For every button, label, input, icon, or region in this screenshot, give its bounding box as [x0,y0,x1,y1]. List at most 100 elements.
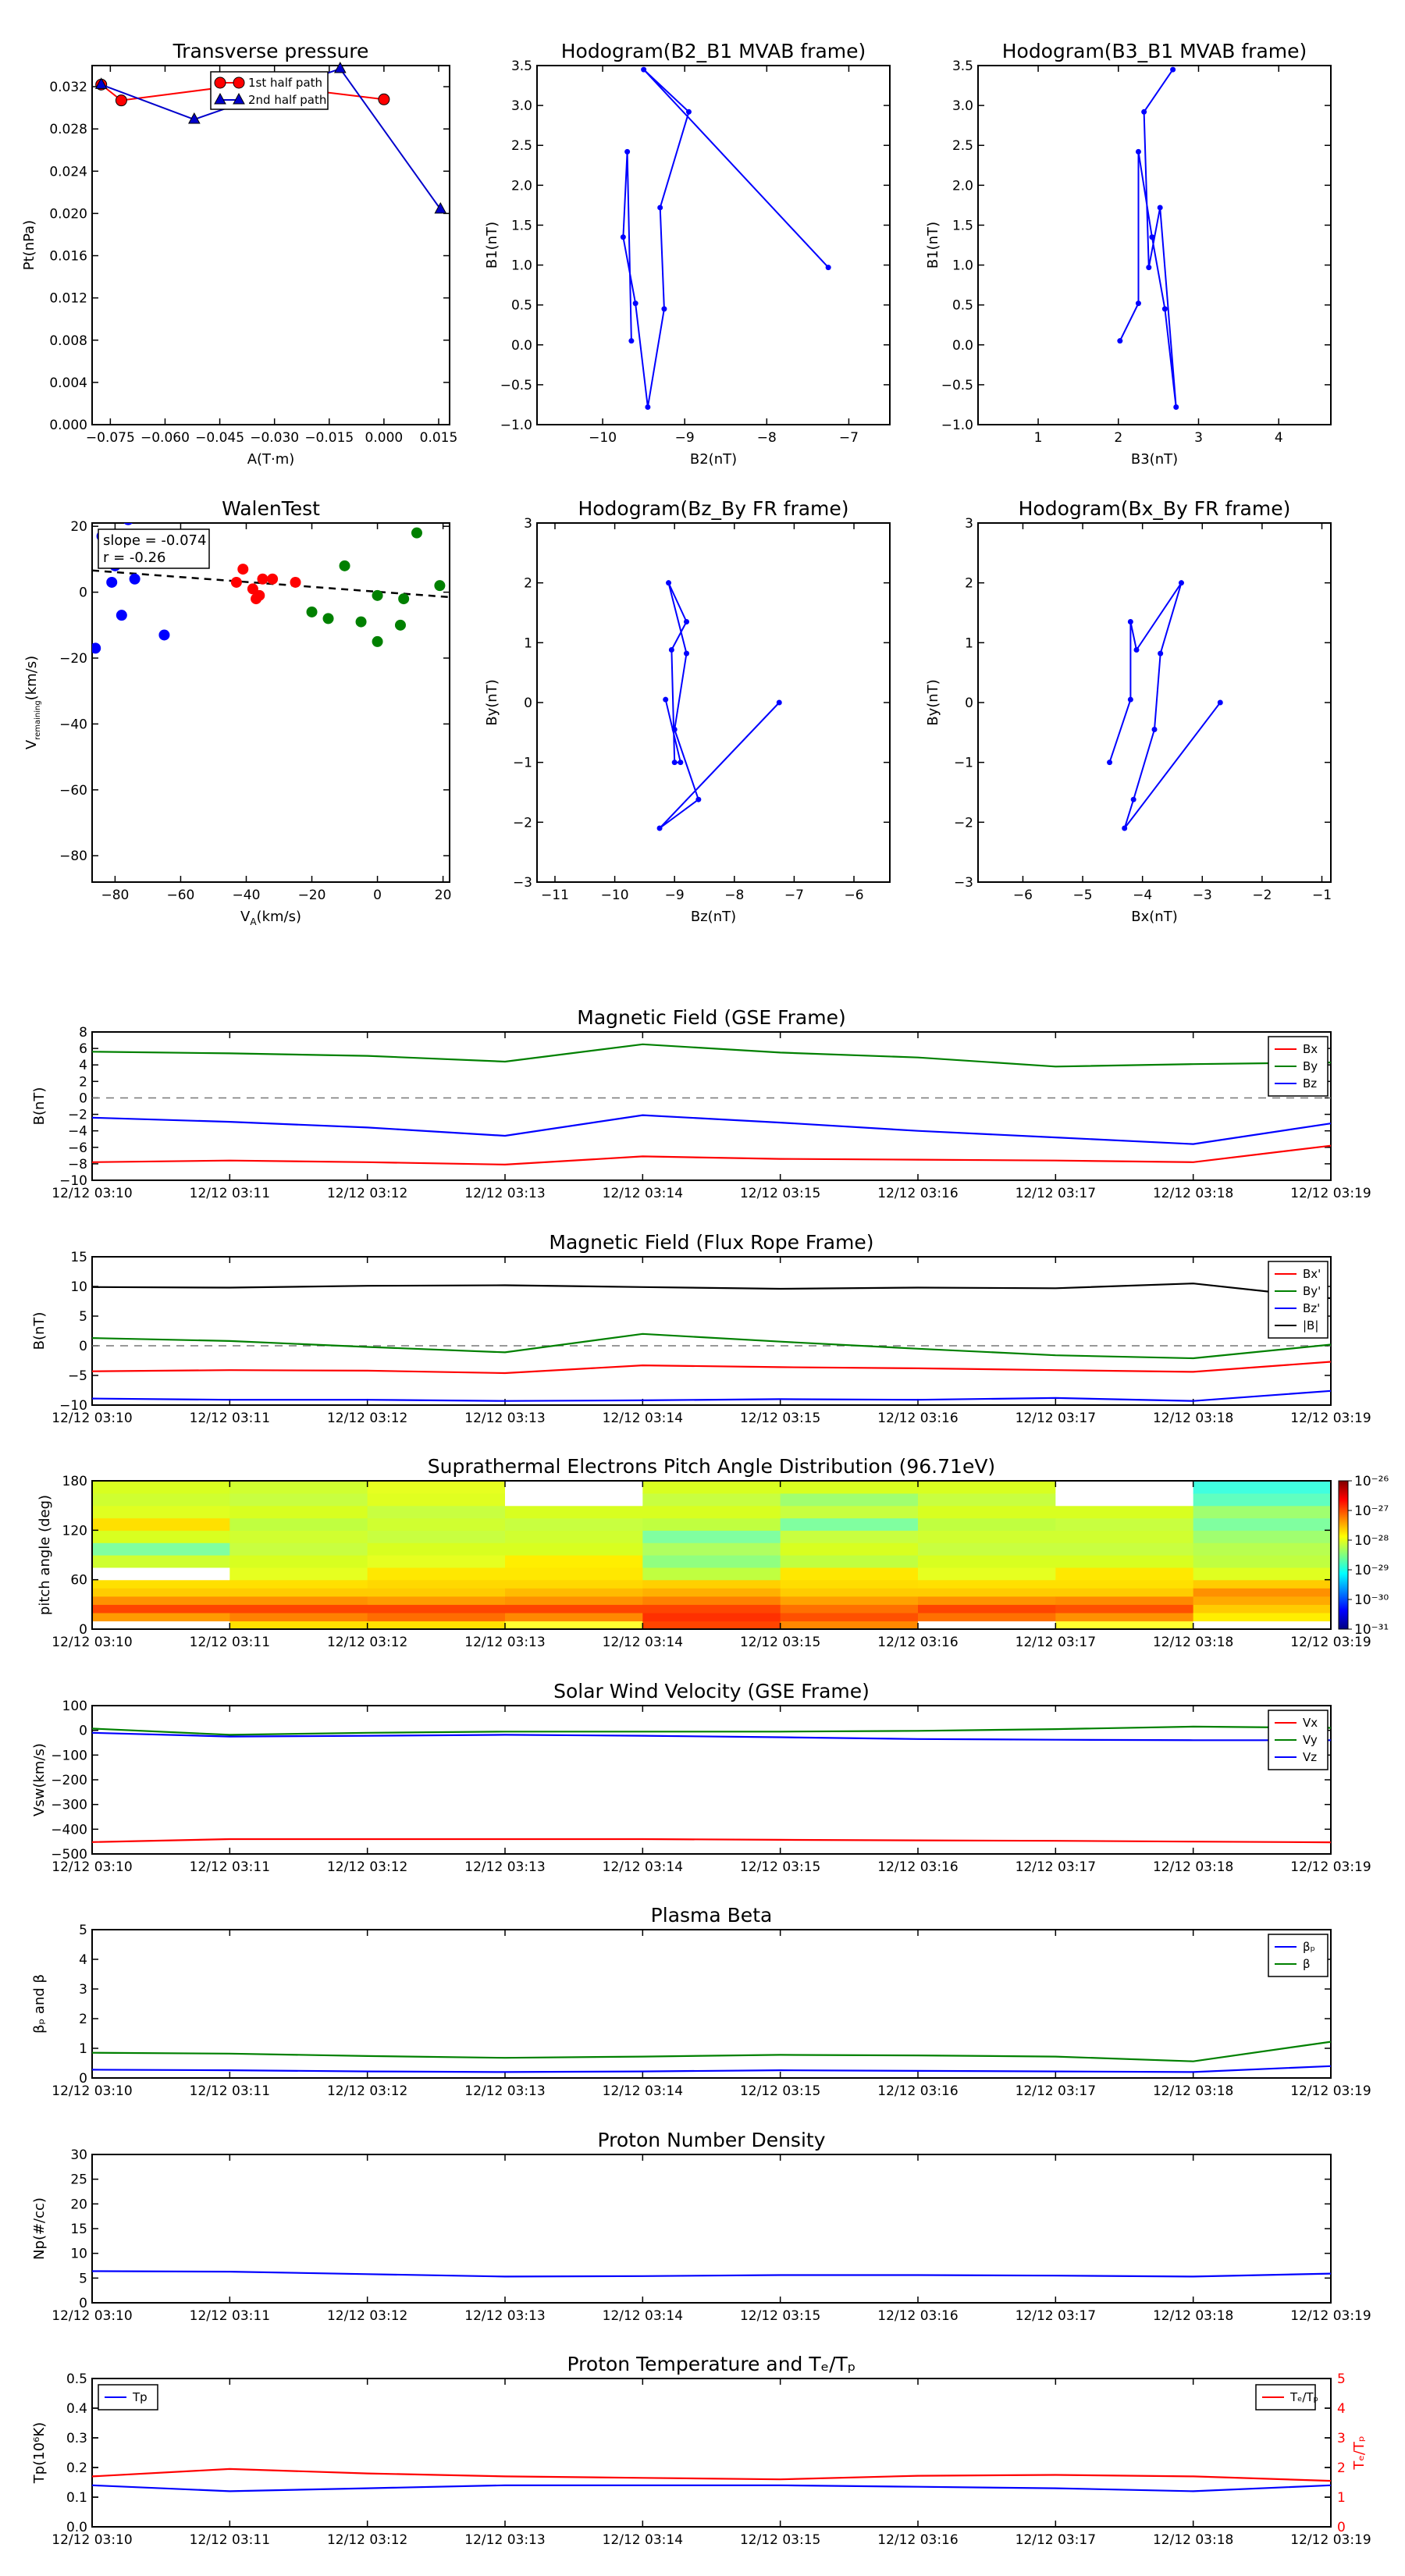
y-tick-label: 0.028 [49,122,87,137]
x-axis-label-unit: (km/s) [257,909,301,925]
y-tick-label: 15 [70,1250,87,1265]
y-tick-label: 0 [1337,2520,1346,2535]
time-tick-label: 12/12 03:14 [603,1411,683,1426]
heatmap-cell [92,1505,230,1519]
time-tick-label: 12/12 03:16 [877,2083,958,2099]
heatmap-cell [918,1481,1056,1494]
y-tick-label: 0 [79,1091,87,1106]
heatmap-cell [780,1596,919,1605]
heatmap-cell [367,1579,506,1589]
heatmap-cell [92,1542,230,1556]
time-tick-label: 12/12 03:16 [877,2308,958,2324]
y-axis-label: Tp(10⁶K) [31,2422,48,2484]
x-tick-label: −7 [784,888,804,903]
heatmap-cell [780,1567,919,1581]
time-tick-label: 12/12 03:10 [52,1635,132,1650]
heatmap-cell [1055,1493,1194,1507]
data-point [322,613,334,624]
data-point [684,650,690,656]
heatmap-cell [1193,1567,1332,1581]
y-tick-label: 1.0 [511,258,532,274]
y-tick-label: 2 [79,1074,87,1090]
heatmap-cell [642,1517,781,1531]
data-point [1127,619,1133,624]
data-point [1135,301,1141,307]
y-tick-label: 120 [62,1523,87,1539]
data-point [1107,760,1113,766]
heatmap-cell [642,1621,781,1630]
x-tick-label: 2 [1114,430,1122,446]
y-tick-label: −8 [68,1157,87,1172]
data-point [1217,699,1223,706]
heatmap-cell [367,1493,506,1507]
time-tick-label: 12/12 03:17 [1016,2532,1096,2548]
heatmap-cell [367,1604,506,1614]
chart-title: Proton Number Density [598,2129,826,2151]
y-tick-label: −6 [68,1140,87,1156]
y-tick-label: 5 [79,1923,87,1938]
heatmap-cell [92,1596,230,1605]
chart-title: Suprathermal Electrons Pitch Angle Distr… [428,1455,995,1478]
data-point [645,404,651,411]
data-point [355,616,367,628]
heatmap-cell [918,1621,1056,1630]
time-tick-label: 12/12 03:14 [603,1186,683,1201]
legend-label: |B| [1303,1318,1318,1332]
y-tick-label: 180 [62,1474,87,1489]
y-axis-label: By(nT) [484,679,500,725]
x-tick-label: 0.000 [365,430,404,446]
y-tick-label: −2 [954,815,973,831]
y-axis-label-sub: remaining [34,700,42,740]
heatmap-cell [918,1612,1056,1622]
time-tick-label: 12/12 03:17 [1016,1186,1096,1201]
heatmap-cell [505,1567,643,1581]
time-tick-label: 12/12 03:19 [1290,2083,1371,2099]
time-tick-label: 12/12 03:17 [1016,1859,1096,1875]
data-point [671,760,678,766]
data-point [620,234,626,240]
y-tick-label: −3 [954,875,973,891]
heatmap-cell [505,1493,643,1507]
heatmap-cell [918,1542,1056,1556]
legend-label: Bx [1303,1042,1318,1056]
legend-label: By' [1303,1284,1321,1298]
heatmap-cell [92,1588,230,1597]
x-tick-label: −11 [541,888,569,903]
chart-title: Hodogram(Bz_By FR frame) [578,497,848,520]
heatmap-cell [1193,1596,1332,1605]
y-tick-label: −20 [59,651,87,667]
time-tick-label: 12/12 03:12 [327,2308,407,2324]
legend-label: Tp [132,2390,148,2404]
time-tick-label: 12/12 03:13 [464,1859,545,1875]
time-tick-label: 12/12 03:18 [1153,2308,1233,2324]
y-tick-label: 0.012 [49,291,87,307]
heatmap-cell [92,1621,230,1630]
y-tick-label: −60 [59,783,87,799]
heatmap-cell [367,1612,506,1622]
time-tick-label: 12/12 03:19 [1290,2532,1371,2548]
heatmap-cell [1193,1612,1332,1622]
heatmap-cell [505,1481,643,1494]
y-tick-label: 1.5 [511,218,532,233]
annotation-text: slope = -0.074 [103,532,206,549]
x-tick-label: −3 [1193,888,1212,903]
heatmap-cell [642,1481,781,1494]
y-tick-label: −2 [513,815,532,831]
data-point [628,338,635,344]
heatmap-cell [918,1567,1056,1581]
data-point [1141,109,1147,115]
time-tick-label: 12/12 03:14 [603,1635,683,1650]
y-tick-label: 10 [70,1279,87,1295]
y-tick-label: 3.5 [952,59,973,74]
heatmap-cell [505,1555,643,1568]
data-point [214,76,226,89]
time-tick-label: 12/12 03:19 [1290,1859,1371,1875]
time-tick-label: 12/12 03:16 [877,1411,958,1426]
y-tick-label: −0.5 [941,378,973,393]
data-point [1127,696,1133,703]
heatmap-cell [1055,1567,1194,1581]
heatmap-cell [1193,1505,1332,1519]
y-tick-label: 4 [79,1058,87,1073]
y-tick-label: 0.5 [511,298,532,314]
data-point [1122,825,1128,831]
